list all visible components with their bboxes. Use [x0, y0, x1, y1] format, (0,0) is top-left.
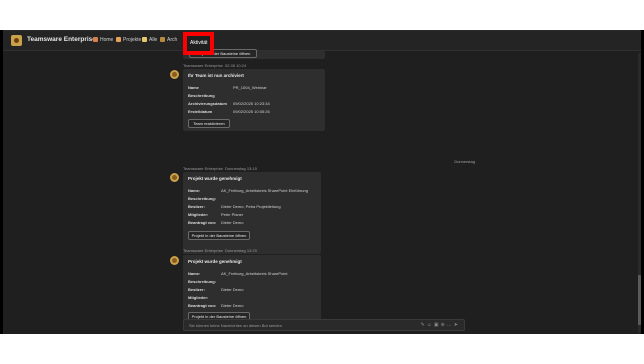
row-value: Dieter Demo [221, 287, 244, 292]
row-label: Mitglieder: [188, 295, 209, 300]
day-separator: Donnerstag [454, 159, 475, 164]
home-icon [93, 37, 98, 42]
row-value: AK_Freiburg_Arbeitskreis SharePoint [221, 271, 288, 276]
message-header: Teamsware Enterprise Donnerstag 13:15 [183, 166, 257, 171]
row-label: Besitzer: [188, 204, 205, 209]
row-value: Peter Planer [221, 212, 244, 217]
bottom-margin [0, 334, 644, 364]
row-value: Dieter Demo, Petra Projektleitung [221, 204, 281, 209]
tab-alle-label: Alle [149, 37, 158, 43]
folder-icon [142, 37, 147, 42]
tab-aktivitat[interactable]: Aktivität [183, 32, 214, 55]
message-title: Ihr Team ist nun archiviert [188, 73, 244, 78]
emoji-icon[interactable]: ☺ [427, 322, 434, 328]
row-label: Name: [188, 188, 201, 193]
tab-alle[interactable]: Alle [142, 37, 157, 43]
row-value: PR_1004_Webinar [233, 85, 267, 90]
row-label: Name: [188, 271, 201, 276]
row-label: Besitzer: [188, 287, 205, 292]
row-value: AK_Freiburg_Arbeitskreis SharePoint Einf… [221, 188, 308, 193]
row-label: Beantragt von: [188, 220, 217, 225]
tab-projekte-label: Projekte [123, 37, 142, 43]
row-label: Beschreibung: [188, 279, 217, 284]
tab-archiv[interactable]: Arch [160, 37, 177, 43]
bot-avatar [170, 70, 179, 79]
message-time: 02.05 10:24 [225, 63, 247, 68]
teams-window: Teamsware Enterprise Home Projekte Alle … [0, 30, 644, 334]
message-title: Projekt wurde genehmigt [188, 259, 242, 264]
top-margin [0, 0, 644, 30]
send-icon[interactable]: ➤ [454, 322, 460, 328]
message-header: Teamsware Enterprise Donnerstag 13:29 [183, 248, 257, 253]
projects-icon [116, 37, 121, 42]
message-time: Donnerstag 13:15 [225, 166, 257, 171]
message-header: Teamsware Enterprise 02.05 10:24 [183, 63, 246, 68]
row-label: Beschreibung: [188, 196, 217, 201]
compose-placeholder: Sie können keine Nachrichten an diesen B… [189, 323, 282, 328]
row-label: Name [188, 85, 199, 90]
reactivate-team-button[interactable]: Team reaktivieren [188, 119, 230, 128]
compose-toolbar: ✎☺▣⊕…➤ [421, 322, 460, 328]
app-header: Teamsware Enterprise Home Projekte Alle … [3, 31, 641, 55]
row-label: Beantragt von: [188, 303, 217, 308]
row-label: Mitglieder: [188, 212, 209, 217]
message-title: Projekt wurde genehmigt [188, 176, 242, 181]
row-value: Dieter Demo [221, 303, 244, 308]
open-project-button[interactable]: Projekt in der Bausteine öffnen [188, 231, 250, 240]
bot-avatar [170, 173, 179, 182]
tab-archiv-label: Arch [167, 37, 178, 43]
app-logo-icon [11, 35, 22, 46]
message-time: Donnerstag 13:29 [225, 248, 257, 253]
row-label: Archivierungsdatum [188, 101, 227, 106]
row-value: 09/02/2025 10:23:34 [233, 101, 270, 106]
message-card: Projekt wurde genehmigt Name: AK_Freibur… [183, 172, 321, 254]
message-sender: Teamsware Enterprise [183, 166, 223, 171]
row-label: Beschreibung [188, 93, 215, 98]
message-card: Ihr Team ist nun archiviert Name PR_1004… [183, 69, 325, 131]
row-label: Erstelldatum [188, 109, 213, 114]
message-sender: Teamsware Enterprise [183, 248, 223, 253]
row-value: 09/02/2025 10:05:26 [233, 109, 270, 114]
app-title: Teamsware Enterprise [27, 36, 96, 43]
compose-box[interactable]: Sie können keine Nachrichten an diesen B… [183, 319, 465, 331]
archive-icon [160, 37, 165, 42]
gif-icon[interactable]: ▣ [434, 322, 441, 328]
chat-feed: Projekt in der Bausteine öffnen Teamswar… [165, 49, 475, 334]
row-value: Dieter Demo [221, 220, 244, 225]
tab-aktivitat-label: Aktivität [190, 40, 208, 46]
more-icon[interactable]: … [447, 322, 454, 328]
message-sender: Teamsware Enterprise [183, 63, 223, 68]
left-border [0, 30, 3, 334]
bot-avatar [170, 256, 179, 265]
tab-projekte[interactable]: Projekte [116, 37, 141, 43]
tab-home-label: Home [100, 37, 114, 43]
tab-home[interactable]: Home [93, 37, 113, 43]
